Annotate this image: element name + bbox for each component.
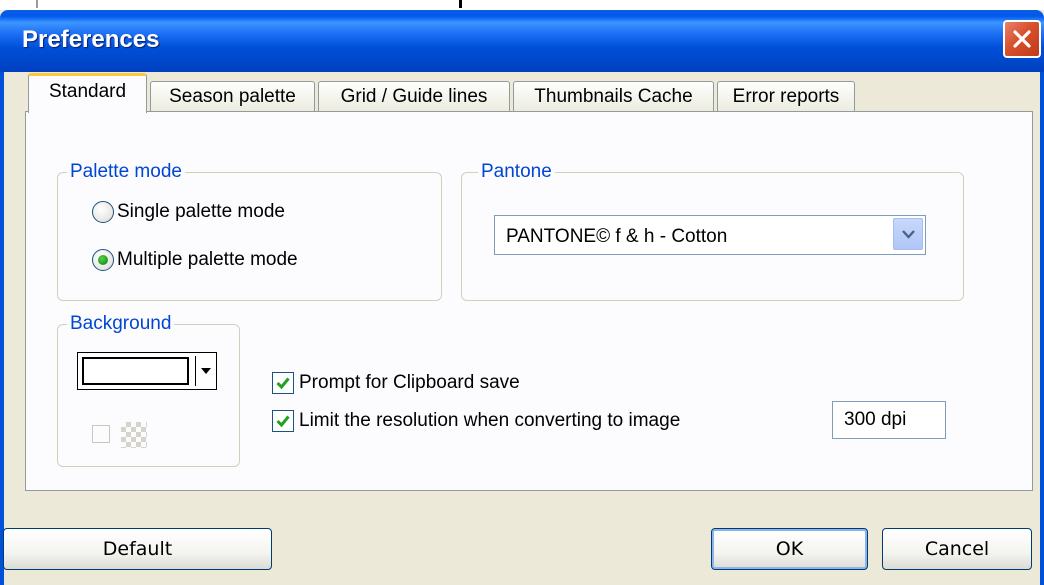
ok-button[interactable]: OK — [711, 528, 868, 570]
background-legend: Background — [67, 312, 175, 336]
single-palette-label: Single palette mode — [117, 201, 285, 222]
tab-grid-guide-lines[interactable]: Grid / Guide lines — [318, 81, 510, 111]
background-mark — [36, 0, 38, 8]
single-palette-radio[interactable]: Single palette mode — [92, 199, 285, 225]
color-swatch — [82, 357, 189, 385]
multiple-palette-radio[interactable]: Multiple palette mode — [92, 247, 298, 273]
background-strip — [0, 0, 1044, 10]
palette-mode-legend: Palette mode — [67, 160, 185, 184]
pantone-select[interactable]: PANTONE© f & h - Cotton — [494, 215, 926, 255]
window-title: Preferences — [22, 26, 160, 53]
transparent-background-checkbox[interactable] — [92, 425, 110, 443]
title-bar[interactable]: Preferences — [0, 10, 1044, 72]
tab-error-reports[interactable]: Error reports — [717, 81, 855, 111]
background-color-picker[interactable] — [77, 352, 217, 390]
clipboard-save-label: Prompt for Clipboard save — [299, 372, 520, 393]
cancel-button[interactable]: Cancel — [882, 528, 1032, 570]
checkmark-icon — [276, 415, 290, 428]
background-cursor — [459, 0, 462, 8]
tab-standard[interactable]: Standard — [28, 73, 147, 113]
default-button[interactable]: Default — [3, 528, 272, 570]
color-picker-divider — [195, 356, 196, 386]
tab-thumbnails-cache[interactable]: Thumbnails Cache — [513, 81, 714, 111]
radio-button[interactable] — [92, 201, 114, 223]
clipboard-save-checkbox[interactable] — [272, 372, 294, 394]
limit-resolution-label: Limit the resolution when converting to … — [299, 410, 681, 431]
close-button[interactable] — [1003, 20, 1041, 58]
window-border-right — [1040, 72, 1044, 585]
palette-mode-group: Palette mode Single palette mode Multipl… — [57, 160, 442, 301]
background-group: Background — [57, 312, 240, 467]
limit-resolution-checkbox[interactable] — [272, 410, 294, 432]
window-border-left — [0, 72, 4, 585]
pantone-legend: Pantone — [478, 160, 555, 184]
transparency-checker-icon — [121, 422, 147, 448]
limit-resolution-option[interactable]: Limit the resolution when converting to … — [272, 408, 680, 434]
pantone-selected-value: PANTONE© f & h - Cotton — [506, 226, 728, 247]
checkmark-icon — [276, 377, 290, 390]
radio-button[interactable] — [92, 249, 114, 271]
multiple-palette-label: Multiple palette mode — [117, 249, 298, 270]
dropdown-arrow-icon[interactable] — [201, 368, 211, 374]
chevron-down-icon — [902, 230, 915, 239]
pantone-dropdown-button[interactable] — [893, 218, 923, 250]
radio-selected-dot — [98, 255, 108, 265]
close-icon — [1013, 30, 1031, 48]
resolution-input[interactable]: 300 dpi — [832, 401, 946, 439]
tab-season-palette[interactable]: Season palette — [150, 81, 315, 111]
clipboard-save-option[interactable]: Prompt for Clipboard save — [272, 370, 520, 396]
